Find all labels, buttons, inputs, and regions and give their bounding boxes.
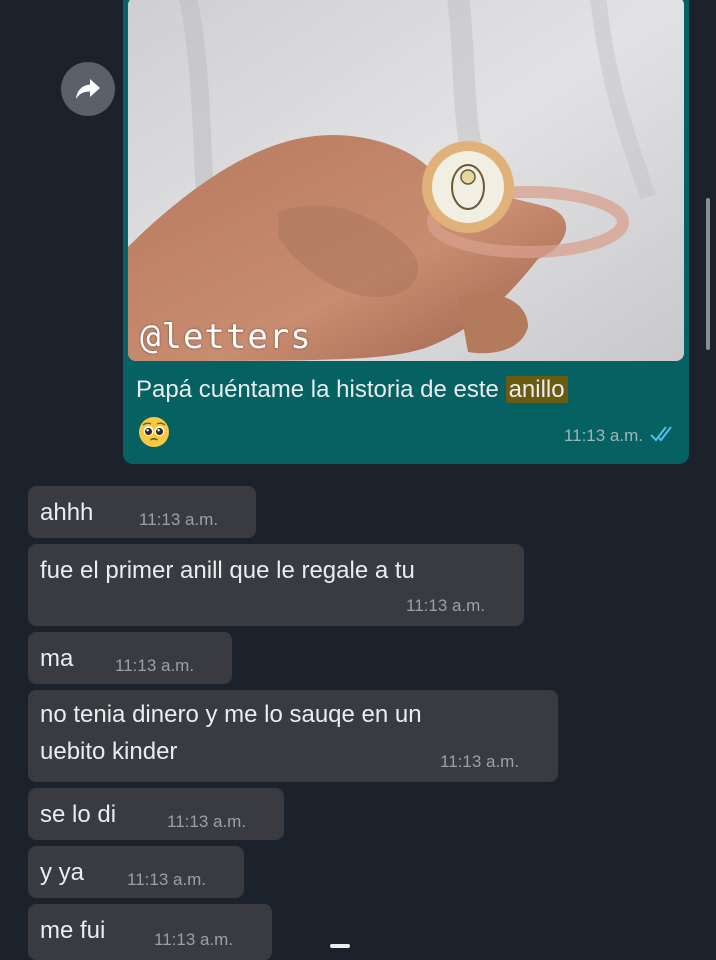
incoming-message[interactable]: ma 11:13 a.m. [28,632,232,684]
message-text: me fui [40,917,106,944]
message-text: se lo di [40,801,117,828]
message-time: 11:13 a.m. [115,656,195,675]
incoming-message[interactable]: ahhh 11:13 a.m. [28,486,256,538]
scroll-indicator [330,944,350,948]
message-time: 11:13 a.m. [563,426,643,445]
incoming-message[interactable]: fue el primer anill que le regale a tu 1… [28,544,524,626]
message-text: y ya [40,859,85,886]
message-text: fue el primer anill que le regale a tu [40,557,415,584]
message-text: ma [40,645,74,672]
message-time: 11:13 a.m. [167,812,247,831]
image-watermark: @letters [140,317,312,357]
scrollbar[interactable] [706,198,710,350]
incoming-message[interactable]: no tenia dinero y me lo sauqe en un uebi… [28,690,558,782]
forward-arrow-icon [76,79,100,99]
message-time: 11:13 a.m. [154,930,234,949]
caption-text: Papá cuéntame la historia de este [136,376,506,403]
incoming-message[interactable]: se lo di 11:13 a.m. [28,788,284,840]
message-time: 11:13 a.m. [440,752,520,771]
pleading-face-emoji [139,417,169,447]
incoming-message[interactable]: me fui 11:13 a.m. [28,904,272,960]
search-highlight: anillo [505,376,568,403]
ring-photo[interactable]: @letters [128,0,684,361]
message-time: 11:13 a.m. [406,596,486,615]
message-text: ahhh [40,499,94,526]
outgoing-image-message[interactable]: @letters Papá cuéntame la historia de es… [123,0,689,464]
incoming-message[interactable]: y ya 11:13 a.m. [28,846,244,898]
message-time: 11:13 a.m. [139,510,219,529]
message-text-line-2: uebito kinder [40,738,178,765]
message-caption: Papá cuéntame la historia de este anillo [136,376,568,404]
message-time: 11:13 a.m. [127,870,207,889]
chat-view: @letters Papá cuéntame la historia de es… [0,0,716,960]
message-text-line-1: no tenia dinero y me lo sauqe en un [40,701,422,728]
forward-button[interactable] [61,62,115,116]
read-double-check-icon [650,426,672,442]
